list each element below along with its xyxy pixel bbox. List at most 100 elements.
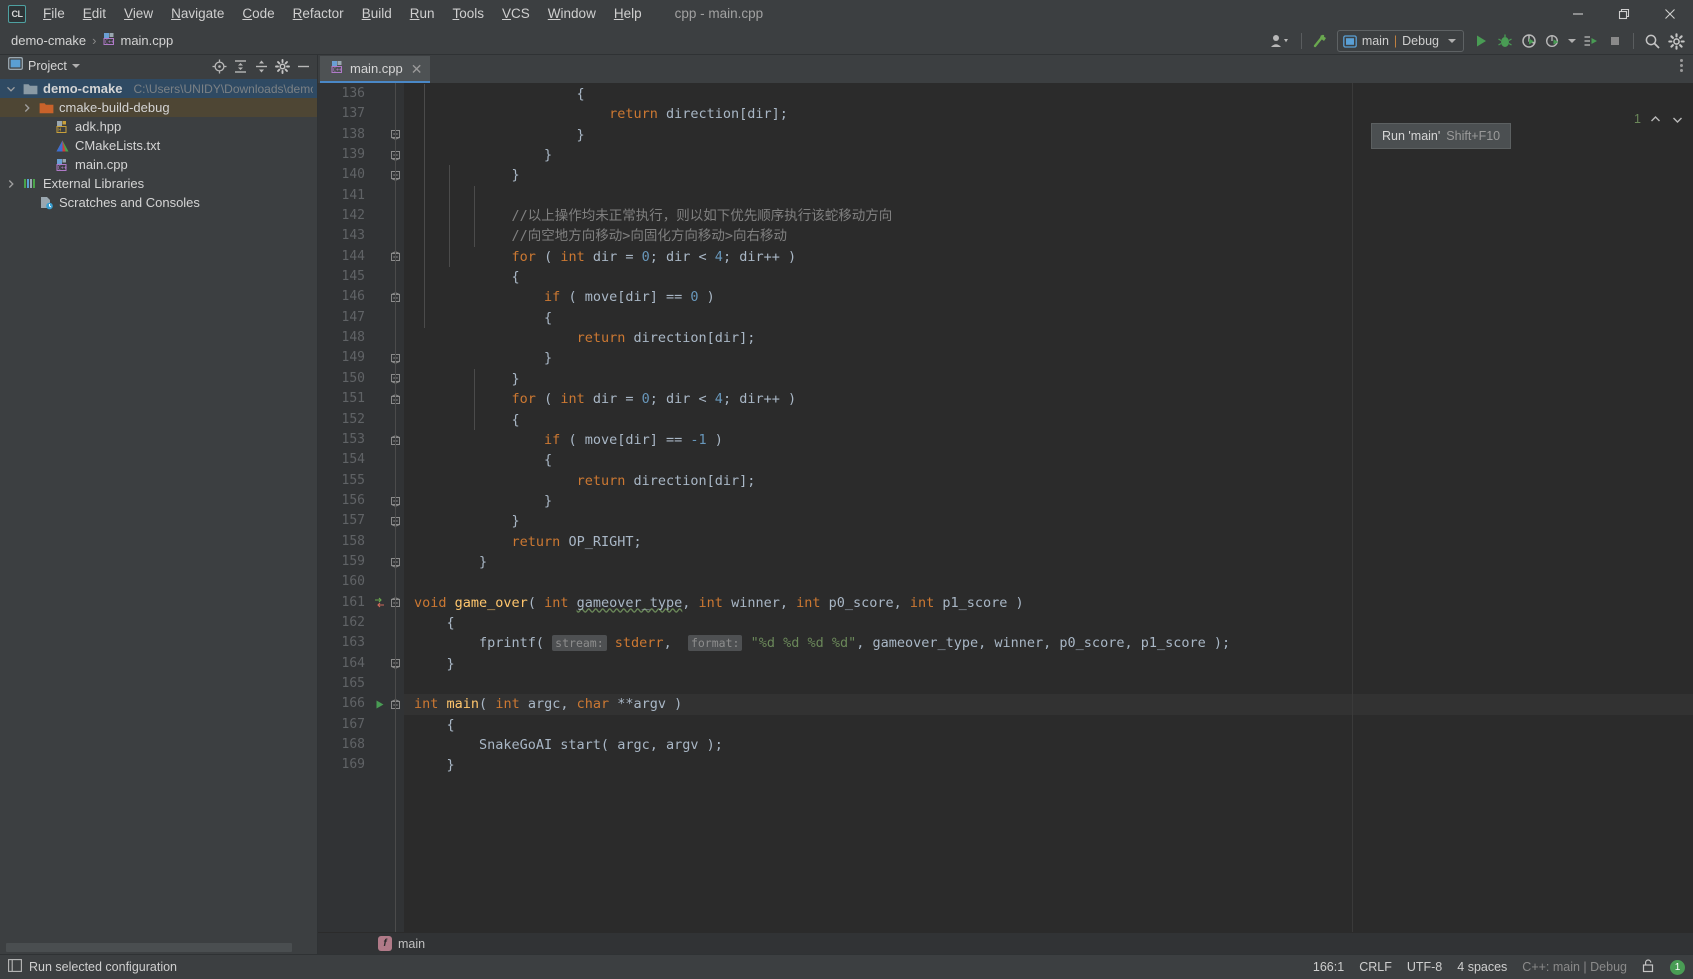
code-line[interactable]: return OP_RIGHT;	[404, 532, 1693, 552]
breadcrumb-file[interactable]: C++ main.cpp	[99, 30, 176, 51]
editor-tab-main-cpp[interactable]: C++ main.cpp ✕	[320, 56, 431, 83]
menu-run[interactable]: Run	[401, 3, 444, 24]
menu-edit[interactable]: Edit	[74, 3, 115, 24]
breadcrumb-project[interactable]: demo-cmake	[8, 31, 89, 50]
prev-problem-icon[interactable]	[1647, 111, 1663, 127]
run-gutter-icon[interactable]	[372, 694, 386, 714]
code-line[interactable]: {	[404, 613, 1693, 633]
menu-window[interactable]: Window	[539, 3, 605, 24]
code-folding-gutter[interactable]	[386, 83, 404, 932]
toggle-tool-window-icon[interactable]	[8, 959, 22, 975]
build-context[interactable]: C++: main | Debug	[1522, 960, 1627, 974]
code-line[interactable]: for ( int dir = 0; dir < 4; dir++ )	[404, 389, 1693, 409]
code-line[interactable]: return direction[dir];	[404, 328, 1693, 348]
maximize-button[interactable]	[1601, 0, 1647, 27]
code-line[interactable]: }	[404, 552, 1693, 572]
code-line[interactable]	[404, 674, 1693, 694]
run-configuration-selector[interactable]: main | Debug	[1336, 30, 1464, 52]
user-avatar-icon[interactable]	[1266, 30, 1294, 52]
code-line[interactable]: SnakeGoAI start( argc, argv );	[404, 735, 1693, 755]
menu-code[interactable]: Code	[233, 3, 283, 24]
override-gutter-icon[interactable]	[372, 593, 386, 613]
run-button[interactable]	[1470, 30, 1492, 52]
code-line[interactable]: }	[404, 755, 1693, 775]
attach-to-process-icon[interactable]	[1580, 30, 1602, 52]
indent-setting[interactable]: 4 spaces	[1457, 960, 1507, 974]
project-horizontal-scrollbar[interactable]	[6, 943, 292, 952]
code-line[interactable]	[404, 572, 1693, 592]
menu-help[interactable]: Help	[605, 3, 651, 24]
code-line[interactable]: {	[404, 308, 1693, 328]
code-line[interactable]: fprintf( stream: stderr, format: "%d %d …	[404, 633, 1693, 653]
menu-view[interactable]: View	[115, 3, 162, 24]
structure-breadcrumb-label[interactable]: main	[398, 937, 425, 951]
close-icon[interactable]: ✕	[411, 62, 423, 76]
file-encoding[interactable]: UTF-8	[1407, 960, 1442, 974]
tree-node-adk-hpp[interactable]: Hadk.hpp	[0, 117, 317, 136]
code-line[interactable]: return direction[dir];	[404, 471, 1693, 491]
code-line[interactable]: if ( move[dir] == 0 )	[404, 287, 1693, 307]
hide-panel-icon[interactable]	[294, 57, 313, 76]
next-problem-icon[interactable]	[1669, 111, 1685, 127]
code-line[interactable]	[404, 186, 1693, 206]
project-tree[interactable]: demo-cmake C:\Users\UNIDY\Downloads\demo-…	[0, 77, 317, 954]
menu-tools[interactable]: Tools	[444, 3, 494, 24]
profile-dropdown-icon[interactable]	[1566, 30, 1578, 52]
code-line[interactable]: if ( move[dir] == -1 )	[404, 430, 1693, 450]
code-text-area[interactable]: { return direction[dir]; } } } //以上操作均未正…	[404, 83, 1693, 932]
menu-file[interactable]: File	[34, 3, 74, 24]
search-everywhere-icon[interactable]	[1641, 30, 1663, 52]
minimize-button[interactable]	[1555, 0, 1601, 27]
line-number: 138	[341, 126, 365, 142]
stop-button[interactable]	[1604, 30, 1626, 52]
tree-node-demo-cmake[interactable]: demo-cmake C:\Users\UNIDY\Downloads\demo-…	[0, 79, 317, 98]
code-line[interactable]: {	[404, 267, 1693, 287]
code-line[interactable]: }	[404, 511, 1693, 531]
locate-target-icon[interactable]	[210, 57, 229, 76]
read-write-lock-icon[interactable]	[1642, 958, 1655, 976]
code-line[interactable]: {	[404, 450, 1693, 470]
collapse-all-icon[interactable]	[252, 57, 271, 76]
caret-position[interactable]: 166:1	[1313, 960, 1344, 974]
menu-refactor[interactable]: Refactor	[284, 3, 353, 24]
tree-node-main-cpp[interactable]: C++ main.cpp	[0, 155, 317, 174]
expand-all-icon[interactable]	[231, 57, 250, 76]
tree-node-cmake-build-debug[interactable]: cmake-build-debug	[0, 98, 317, 117]
code-line[interactable]: for ( int dir = 0; dir < 4; dir++ )	[404, 247, 1693, 267]
code-line[interactable]: return direction[dir];	[404, 104, 1693, 124]
settings-gear-icon[interactable]	[273, 57, 292, 76]
code-line[interactable]: {	[404, 715, 1693, 735]
chevron-down-icon[interactable]	[4, 84, 18, 94]
code-line[interactable]: int main( int argc, char **argv )	[404, 694, 1693, 715]
menu-vcs[interactable]: VCS	[493, 3, 539, 24]
tree-node-scratches-and-consoles[interactable]: Scratches and Consoles	[0, 193, 317, 212]
code-line[interactable]: //以上操作均未正常执行，则以如下优先顺序执行该蛇移动方向	[404, 206, 1693, 226]
tree-node-external-libraries[interactable]: External Libraries	[0, 174, 317, 193]
menu-navigate[interactable]: Navigate	[162, 3, 233, 24]
line-separator[interactable]: CRLF	[1359, 960, 1392, 974]
close-button[interactable]	[1647, 0, 1693, 27]
code-line[interactable]: }	[404, 491, 1693, 511]
tree-node-cmakelists-txt[interactable]: CMakeLists.txt	[0, 136, 317, 155]
code-line[interactable]: {	[404, 84, 1693, 104]
chevron-down-icon[interactable]	[71, 64, 80, 68]
chevron-right-icon[interactable]	[4, 179, 18, 189]
editor-viewport[interactable]: 136 137 138 139 140 141 142 143 144 145 146 147 148 1…	[318, 83, 1693, 932]
notification-badge[interactable]: 1	[1670, 959, 1685, 975]
run-with-coverage-icon[interactable]	[1518, 30, 1540, 52]
chevron-right-icon[interactable]	[20, 103, 34, 113]
run-marker-gutter[interactable]	[372, 83, 386, 932]
debug-button[interactable]	[1494, 30, 1516, 52]
code-line[interactable]: }	[404, 165, 1693, 185]
settings-gear-icon[interactable]	[1665, 30, 1687, 52]
profile-icon[interactable]	[1542, 30, 1564, 52]
hammer-build-icon[interactable]	[1309, 30, 1331, 52]
code-line[interactable]: //向空地方向移动>向固化方向移动>向右移动	[404, 226, 1693, 246]
editor-options-kebab-icon[interactable]	[1680, 59, 1683, 72]
code-line[interactable]: void game_over( int gameover_type, int w…	[404, 593, 1693, 613]
code-line[interactable]: }	[404, 348, 1693, 368]
code-line[interactable]: }	[404, 654, 1693, 674]
code-line[interactable]: {	[404, 410, 1693, 430]
menu-build[interactable]: Build	[353, 3, 401, 24]
code-line[interactable]: }	[404, 369, 1693, 389]
